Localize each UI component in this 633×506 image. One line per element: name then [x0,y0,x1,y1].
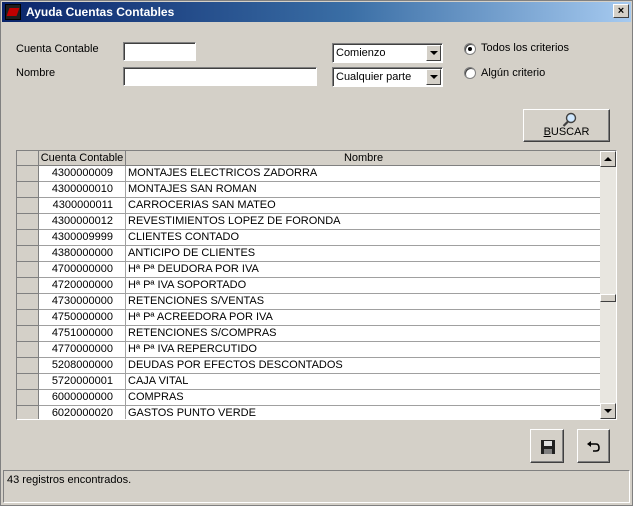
cuenta-cell[interactable]: 4730000000 [39,294,126,310]
undo-icon [587,441,600,452]
nombre-cell[interactable]: Hª Pª IVA REPERCUTIDO [126,342,602,358]
cuenta-cell[interactable]: 4300000012 [39,214,126,230]
table-row[interactable]: 4300000011 CARROCERIAS SAN MATEO [17,198,602,214]
nombre-match-value: Cualquier parte [336,71,412,83]
table-row[interactable]: 4770000000 Hª Pª IVA REPERCUTIDO [17,342,602,358]
cuenta-cell[interactable]: 4300000011 [39,198,126,214]
nombre-cell[interactable]: CLIENTES CONTADO [126,230,602,246]
nombre-label: Nombre [16,67,56,79]
cuenta-contable-input[interactable] [123,42,196,61]
cuenta-cell[interactable]: 5208000000 [39,358,126,374]
nombre-cell[interactable]: GASTOS PUNTO VERDE [126,406,602,419]
table-row[interactable]: 4300000010 MONTAJES SAN ROMAN [17,182,602,198]
undo-button[interactable] [577,429,610,463]
dialog-window: Ayuda Cuentas Contables × Cuenta Contabl… [0,0,633,506]
status-text: 43 registros encontrados. [7,474,132,486]
table-row[interactable]: 4730000000 RETENCIONES S/VENTAS [17,294,602,310]
nombre-cell[interactable]: MONTAJES ELECTRICOS ZADORRA [126,166,602,182]
app-icon [5,4,21,20]
cuenta-contable-label: Cuenta Contable [16,43,99,55]
table-row[interactable]: 4380000000 ANTICIPO DE CLIENTES [17,246,602,262]
nombre-cell[interactable]: DEUDAS POR EFECTOS DESCONTADOS [126,358,602,374]
table-row[interactable]: 4700000000 Hª Pª DEUDORA POR IVA [17,262,602,278]
nombre-cell[interactable]: CARROCERIAS SAN MATEO [126,198,602,214]
cuenta-cell[interactable]: 4700000000 [39,262,126,278]
grid-corner-header [17,151,39,166]
todos-criterios-label[interactable]: Todos los criterios [481,42,569,54]
status-bar: 43 registros encontrados. [3,470,630,503]
cuenta-match-select[interactable]: Comienzo [332,43,443,63]
cuenta-cell[interactable]: 4750000000 [39,310,126,326]
table-row[interactable]: 4751000000 RETENCIONES S/COMPRAS [17,326,602,342]
cuenta-cell[interactable]: 4751000000 [39,326,126,342]
table-row[interactable]: 5720000001 CAJA VITAL [17,374,602,390]
vertical-scrollbar[interactable] [600,151,616,419]
row-indicator[interactable] [17,326,39,342]
nombre-cell[interactable]: CAJA VITAL [126,374,602,390]
row-indicator[interactable] [17,182,39,198]
nombre-cell[interactable]: Hª Pª ACREEDORA POR IVA [126,310,602,326]
table-row[interactable]: 4300000012 REVESTIMIENTOS LOPEZ DE FOROND… [17,214,602,230]
cuenta-cell[interactable]: 4300009999 [39,230,126,246]
row-indicator[interactable] [17,198,39,214]
save-icon [541,440,555,454]
nombre-cell[interactable]: RETENCIONES S/COMPRAS [126,326,602,342]
todos-criterios-radio[interactable] [464,43,476,55]
row-indicator[interactable] [17,374,39,390]
algun-criterio-radio[interactable] [464,67,476,79]
cuenta-cell[interactable]: 4380000000 [39,246,126,262]
nombre-cell[interactable]: REVESTIMIENTOS LOPEZ DE FORONDA [126,214,602,230]
row-indicator[interactable] [17,230,39,246]
nombre-cell[interactable]: RETENCIONES S/VENTAS [126,294,602,310]
nombre-column-header[interactable]: Nombre [126,151,602,166]
title-bar[interactable]: Ayuda Cuentas Contables × [2,2,631,22]
cuenta-cell[interactable]: 5720000001 [39,374,126,390]
cuenta-cell[interactable]: 4770000000 [39,342,126,358]
row-indicator[interactable] [17,406,39,419]
row-indicator[interactable] [17,214,39,230]
scroll-thumb[interactable] [600,294,616,302]
row-indicator[interactable] [17,358,39,374]
row-indicator[interactable] [17,166,39,182]
cuenta-cell[interactable]: 4720000000 [39,278,126,294]
buscar-button[interactable]: BUSCAR [523,109,610,142]
table-row[interactable]: 4720000000 Hª Pª IVA SOPORTADO [17,278,602,294]
table-row[interactable]: 6000000000 COMPRAS [17,390,602,406]
cuenta-cell[interactable]: 6020000020 [39,406,126,419]
accounts-grid[interactable]: Cuenta Contable Nombre 4300000009 MONTAJE… [16,150,617,420]
cuenta-cell[interactable]: 6000000000 [39,390,126,406]
row-indicator[interactable] [17,310,39,326]
table-row[interactable]: 4750000000 Hª Pª ACREEDORA POR IVA [17,310,602,326]
window-title: Ayuda Cuentas Contables [26,5,175,19]
nombre-cell[interactable]: Hª Pª IVA SOPORTADO [126,278,602,294]
table-row[interactable]: 6020000020 GASTOS PUNTO VERDE [17,406,602,419]
close-button[interactable]: × [613,4,629,18]
row-indicator[interactable] [17,390,39,406]
chevron-down-icon[interactable] [426,45,441,61]
table-row[interactable]: 5208000000 DEUDAS POR EFECTOS DESCONTADOS [17,358,602,374]
nombre-cell[interactable]: Hª Pª DEUDORA POR IVA [126,262,602,278]
chevron-down-icon[interactable] [426,69,441,85]
table-row[interactable]: 4300009999 CLIENTES CONTADO [17,230,602,246]
row-indicator[interactable] [17,342,39,358]
table-row[interactable]: 4300000009 MONTAJES ELECTRICOS ZADORRA [17,166,602,182]
row-indicator[interactable] [17,262,39,278]
row-indicator[interactable] [17,246,39,262]
nombre-cell[interactable]: ANTICIPO DE CLIENTES [126,246,602,262]
scroll-up-button[interactable] [600,151,616,167]
scroll-down-button[interactable] [600,403,616,419]
nombre-cell[interactable]: MONTAJES SAN ROMAN [126,182,602,198]
cuenta-column-header[interactable]: Cuenta Contable [39,151,126,166]
cuenta-match-value: Comienzo [336,47,386,59]
nombre-match-select[interactable]: Cualquier parte [332,67,443,87]
algun-criterio-label[interactable]: Algún criterio [481,67,545,79]
cuenta-cell[interactable]: 4300000010 [39,182,126,198]
cuenta-cell[interactable]: 4300000009 [39,166,126,182]
nombre-input[interactable] [123,67,317,86]
save-button[interactable] [530,429,564,463]
buscar-label: BUSCAR [543,126,590,138]
nombre-cell[interactable]: COMPRAS [126,390,602,406]
row-indicator[interactable] [17,294,39,310]
row-indicator[interactable] [17,278,39,294]
